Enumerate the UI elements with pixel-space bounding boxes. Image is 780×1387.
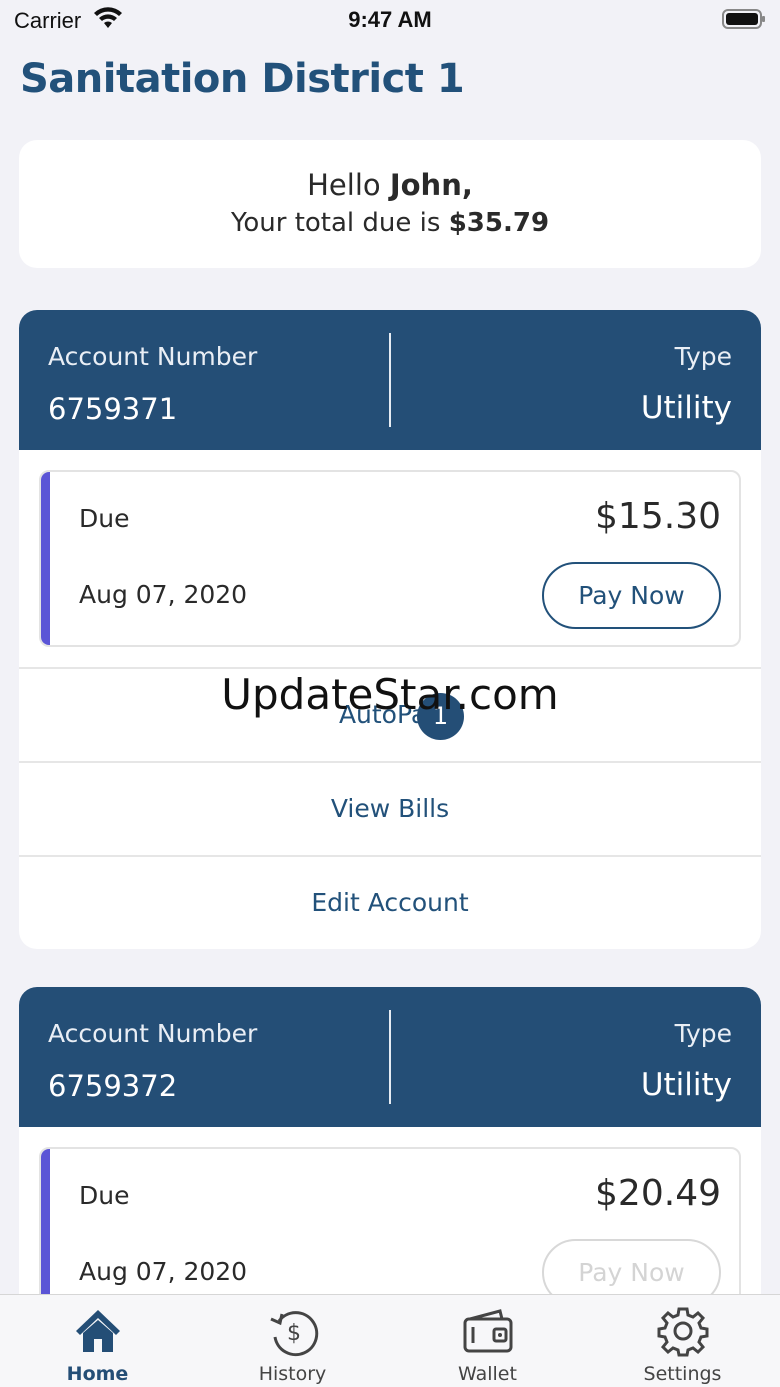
type-label: Type [674,1019,732,1048]
due-box: Due Aug 07, 2020 $15.30 Pay Now [39,470,741,647]
account-number-label: Account Number [48,1019,258,1048]
greeting-card: Hello John, Your total due is $35.79 [19,140,761,268]
account-number: 6759371 [48,392,178,426]
due-date: Aug 07, 2020 [79,580,248,609]
tab-label: Settings [643,1363,722,1385]
tab-wallet[interactable]: Wallet [390,1295,585,1387]
tab-label: Home [66,1363,129,1385]
view-bills-button[interactable]: View Bills [19,761,761,855]
greeting-line: Hello John, [19,168,761,202]
header-divider [389,1010,391,1104]
hello-text: Hello [307,168,381,202]
total-due-prefix: Your total due is [230,208,441,238]
account-number: 6759372 [48,1069,178,1103]
tab-label: History [258,1363,327,1385]
account-header: Account Number 6759371 Type Utility [19,310,761,450]
home-icon [76,1310,120,1352]
settings-icon [657,1307,709,1357]
status-bar: Carrier 9:47 AM [0,0,780,40]
due-label: Due [79,504,130,533]
autopay-badge: 1 [417,693,464,740]
page-title: Sanitation District 1 [20,56,465,102]
type-value: Utility [640,1067,732,1103]
pay-now-button[interactable]: Pay Now [542,562,721,629]
tab-label: Wallet [458,1363,517,1385]
total-due-line: Your total due is $35.79 [19,208,761,238]
tab-settings[interactable]: Settings [585,1295,780,1387]
account-card: Account Number 6759371 Type Utility Due … [19,310,761,949]
tab-home[interactable]: Home [0,1295,195,1387]
tab-history[interactable]: $ History [195,1295,390,1387]
account-number-label: Account Number [48,342,258,371]
due-accent-bar [41,472,50,645]
wallet-icon [463,1309,513,1353]
autopay-row[interactable]: AutoPay 1 [19,667,761,761]
svg-text:$: $ [287,1321,301,1346]
type-value: Utility [640,390,732,426]
due-amount: $20.49 [595,1173,721,1214]
header-divider [389,333,391,427]
tab-bar: Home $ History Wallet Settings [0,1294,780,1387]
battery-icon [722,9,765,29]
account-header: Account Number 6759372 Type Utility [19,987,761,1127]
history-icon: $ [270,1311,319,1357]
type-label: Type [674,342,732,371]
due-label: Due [79,1181,130,1210]
total-due-amount: $35.79 [448,208,550,238]
edit-account-button[interactable]: Edit Account [19,855,761,949]
due-amount: $15.30 [595,496,721,537]
clock: 9:47 AM [348,7,432,32]
user-name: John, [389,168,473,202]
due-date: Aug 07, 2020 [79,1257,248,1286]
